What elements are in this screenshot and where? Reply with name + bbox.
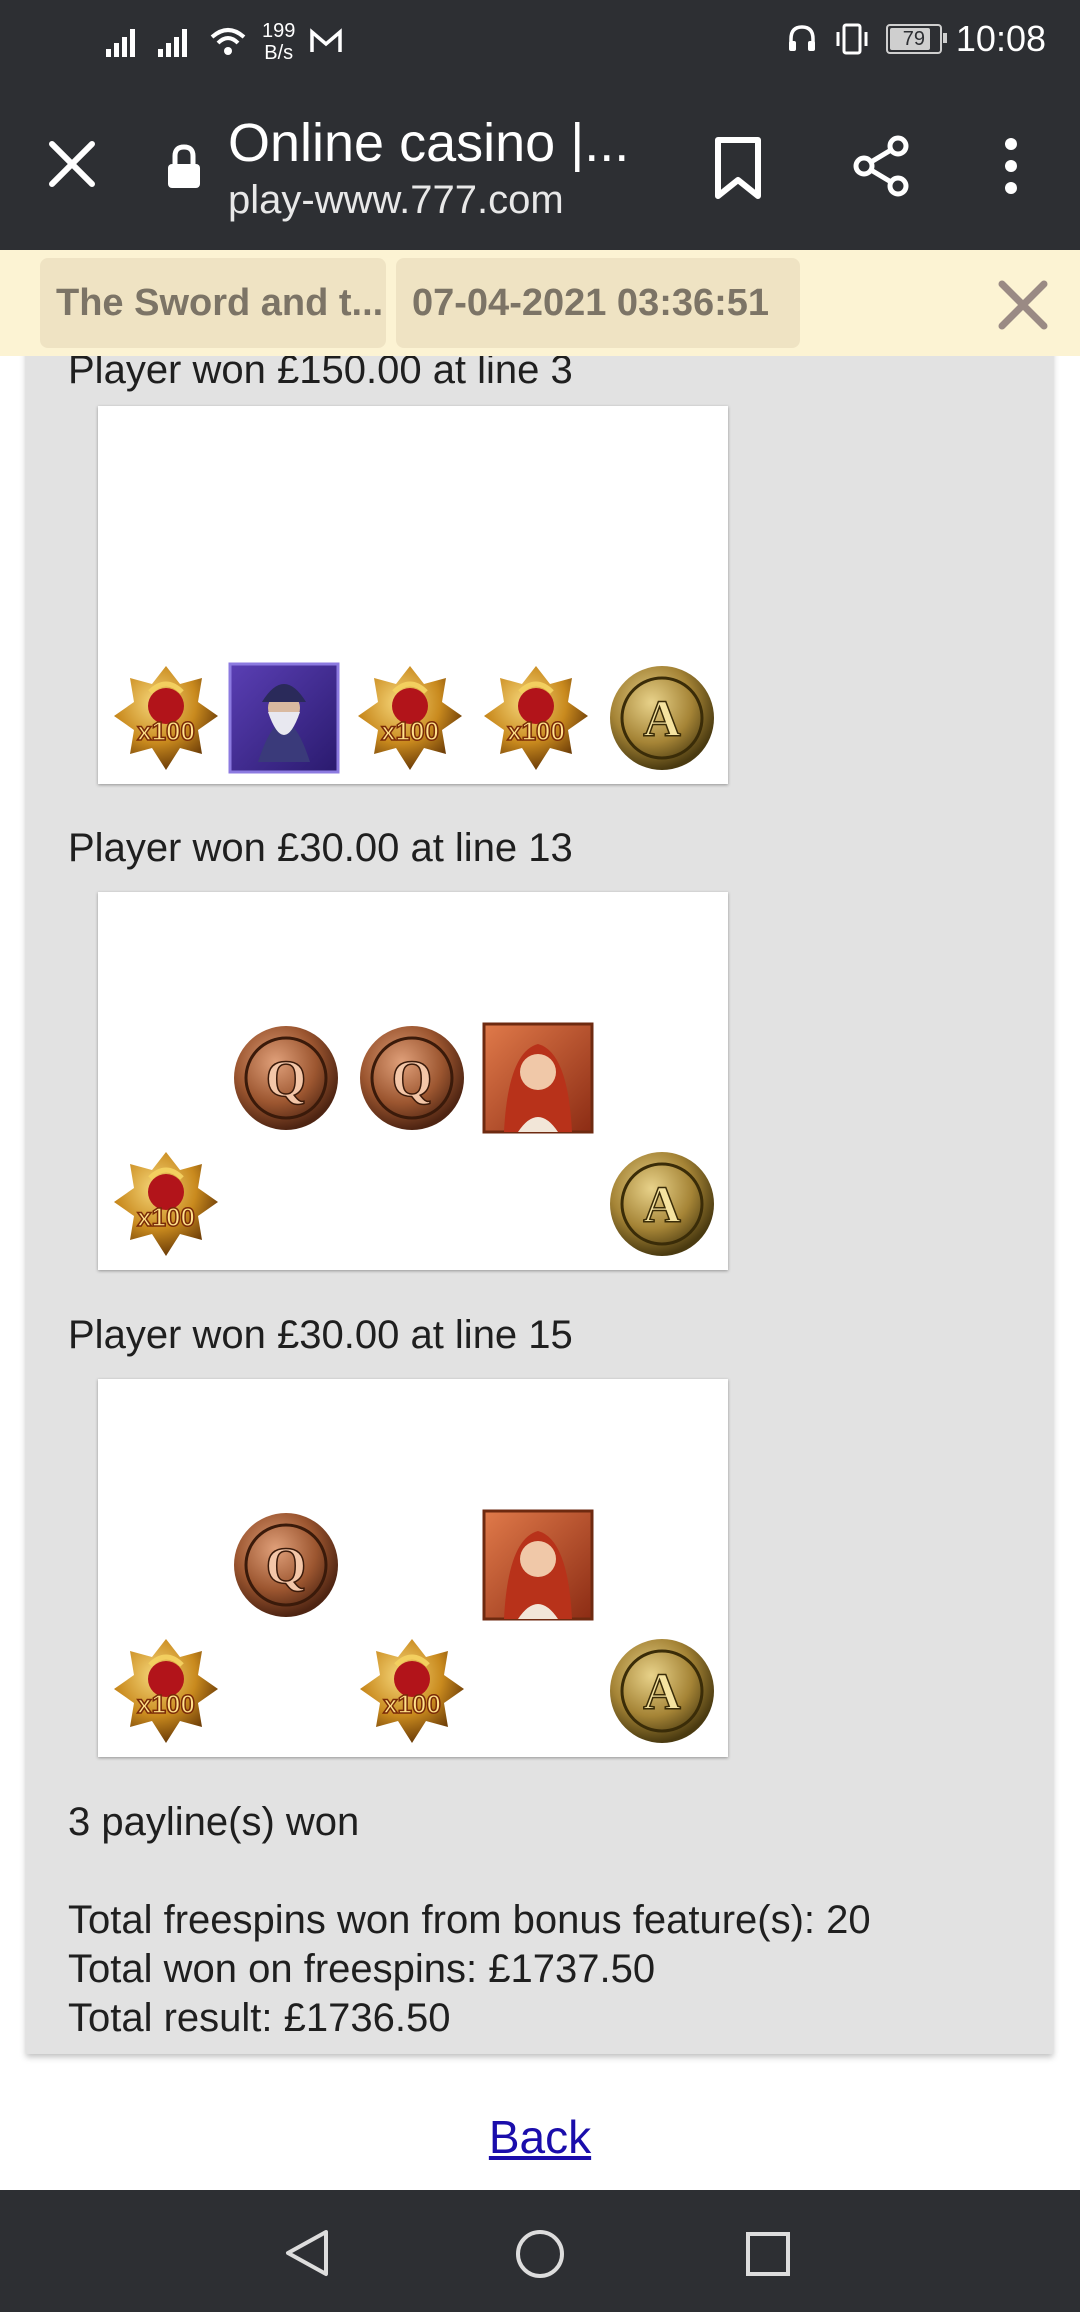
back-link[interactable]: Back (0, 2110, 1080, 2164)
reel-grid (98, 892, 728, 1270)
wizard-symbol (228, 662, 340, 774)
close-icon[interactable] (996, 278, 1050, 332)
shield-x100-symbol (480, 662, 592, 774)
win-line-text: Player won £150.00 at line 3 (68, 356, 573, 392)
page-url[interactable]: play-www.777.com (228, 178, 564, 223)
date-chip[interactable]: 07-04-2021 03:36:51 (396, 258, 800, 348)
total-won-freespins-text: Total won on freespins: £1737.50 (68, 1947, 656, 1991)
shield-x100-symbol (356, 1635, 468, 1747)
speed-value: 199 (262, 20, 296, 42)
info-bar: The Sword and t... 07-04-2021 03:36:51 (0, 250, 1080, 356)
win-line-text: Player won £30.00 at line 15 (68, 1313, 573, 1357)
signal-icon (106, 29, 135, 57)
close-icon[interactable] (46, 138, 98, 190)
vibrate-icon (836, 23, 868, 55)
status-left: 199 B/s (104, 20, 343, 64)
wifi-icon (210, 28, 246, 55)
total-freespins-text: Total freespins won from bonus feature(s… (68, 1898, 871, 1942)
reel-grid (98, 1379, 728, 1757)
spin-details-panel: Player won £150.00 at line 3 Player won … (26, 356, 1053, 2054)
speed-unit: B/s (264, 42, 294, 64)
game-name-chip[interactable]: The Sword and t... (40, 258, 386, 348)
coin-q-symbol (230, 1022, 342, 1134)
gmail-icon (310, 28, 343, 52)
queen-portrait-symbol (482, 1509, 594, 1621)
coin-a-symbol (606, 1148, 718, 1260)
network-speed: 199 B/s (262, 20, 295, 64)
browser-toolbar: Online casino |... play-www.777.com (0, 82, 1080, 250)
win-line-text: Player won £30.00 at line 13 (68, 826, 573, 870)
lock-icon (168, 144, 200, 188)
page-title[interactable]: Online casino |... (228, 112, 629, 174)
reel-grid (98, 406, 728, 784)
navigation-bar (0, 2190, 1080, 2312)
battery-icon: 79 (885, 24, 947, 54)
shield-x100-symbol (110, 662, 222, 774)
status-right: 79 10:08 (786, 18, 1046, 60)
coin-a-symbol (606, 1635, 718, 1747)
more-vert-icon[interactable] (996, 136, 1026, 196)
signal-icon-2 (158, 29, 187, 57)
status-bar: 199 B/s 79 10:08 (0, 0, 1080, 82)
nav-back-icon[interactable] (282, 2228, 332, 2278)
bookmark-icon[interactable] (712, 136, 764, 200)
clock: 10:08 (955, 18, 1046, 59)
battery-level: 79 (902, 27, 926, 50)
share-icon[interactable] (850, 134, 914, 198)
nav-home-icon[interactable] (514, 2228, 566, 2280)
shield-x100-symbol (354, 662, 466, 774)
nav-recents-icon[interactable] (744, 2230, 792, 2278)
history-content[interactable]: Player won £150.00 at line 3 Player won … (0, 356, 1080, 2190)
coin-q-symbol (356, 1022, 468, 1134)
paylines-won-text: 3 payline(s) won (68, 1800, 360, 1844)
coin-q-symbol (230, 1509, 342, 1621)
shield-x100-symbol (110, 1635, 222, 1747)
coin-a-symbol (606, 662, 718, 774)
queen-portrait-symbol (482, 1022, 594, 1134)
shield-x100-symbol (110, 1148, 222, 1260)
total-result-text: Total result: £1736.50 (68, 1996, 451, 2040)
headset-icon (788, 25, 815, 51)
